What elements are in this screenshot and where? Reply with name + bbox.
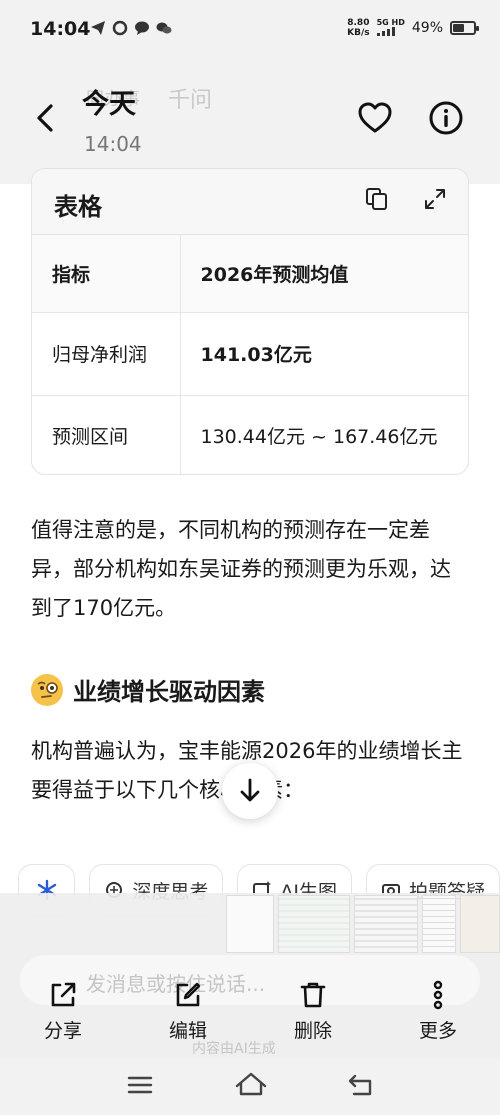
table-cell: 归母净利润 xyxy=(32,312,181,396)
table-row: 归母净利润 141.03亿元 xyxy=(32,312,468,396)
section-heading: 业绩增长驱动因素 xyxy=(31,672,265,707)
menu-nav-button[interactable] xyxy=(125,1070,155,1100)
more-icon xyxy=(433,980,443,1010)
answer-paragraph: 值得注意的是，不同机构的预测存在一定差异，部分机构如东吴证券的预测更为乐观，达到… xyxy=(31,518,451,620)
status-right: 8.80 KB/s 5G HD 49% xyxy=(347,18,479,38)
signal-indicator: 5G HD xyxy=(376,18,405,38)
table-card: 表格 指标 2026年预测均值 归母净利润 141.03亿元 预测区间 130.… xyxy=(31,168,469,475)
status-time: 14:04 xyxy=(30,18,91,40)
expand-icon xyxy=(425,189,445,209)
page-subtitle: 14:04 xyxy=(84,132,142,156)
signal-icon xyxy=(376,27,395,36)
copy-icon xyxy=(366,188,387,210)
table-header-row: 指标 2026年预测均值 xyxy=(32,235,468,313)
system-nav-bar xyxy=(0,1058,500,1115)
link-icon xyxy=(112,20,128,36)
table-cell: 预测区间 xyxy=(32,395,181,474)
wechat-icon xyxy=(156,22,172,34)
back-button[interactable] xyxy=(30,98,62,138)
app-screen: 14:04 8.80 KB/s 5G HD 49% 同办事 千问 今天 14:0… xyxy=(0,0,500,1115)
info-icon xyxy=(429,101,463,135)
back-nav-icon xyxy=(348,1074,372,1096)
section-heading-text: 业绩增长驱动因素 xyxy=(73,678,265,706)
table-header-cell: 指标 xyxy=(32,235,181,313)
copy-table-button[interactable] xyxy=(365,187,389,211)
menu-icon xyxy=(127,1076,153,1094)
edit-icon xyxy=(176,982,201,1007)
notification-icons xyxy=(90,20,172,36)
arrow-down-icon xyxy=(240,778,260,802)
screenshot-thumbnails xyxy=(226,895,500,953)
table-card-header: 表格 xyxy=(32,169,468,235)
edit-button[interactable]: 编辑 xyxy=(148,980,228,1043)
ghost-tab-2: 千问 xyxy=(168,88,213,113)
monocle-face-icon xyxy=(31,673,63,706)
chat-header: 同办事 千问 今天 14:04 xyxy=(0,60,500,184)
scroll-to-bottom-button[interactable] xyxy=(222,763,278,819)
table-cell: 141.03亿元 xyxy=(180,312,468,396)
thumbnail-image[interactable] xyxy=(422,895,456,953)
favorite-button[interactable] xyxy=(356,100,394,136)
back-nav-button[interactable] xyxy=(346,1070,376,1100)
delete-button[interactable]: 删除 xyxy=(273,980,353,1043)
trash-icon xyxy=(300,982,326,1008)
status-bar: 14:04 8.80 KB/s 5G HD 49% xyxy=(0,0,500,60)
chevron-left-icon xyxy=(37,104,53,132)
thumbnail-image[interactable] xyxy=(460,895,500,953)
table-header-cell: 2026年预测均值 xyxy=(180,235,468,313)
thumbnail-image[interactable] xyxy=(226,895,274,953)
home-icon xyxy=(235,1072,267,1096)
battery-icon xyxy=(450,21,479,35)
info-button[interactable] xyxy=(428,100,464,136)
home-nav-button[interactable] xyxy=(234,1070,268,1100)
table-card-title: 表格 xyxy=(54,193,102,221)
table-cell: 130.44亿元 ~ 167.46亿元 xyxy=(200,425,438,448)
thumbnail-image[interactable] xyxy=(278,895,350,953)
forecast-table: 指标 2026年预测均值 归母净利润 141.03亿元 预测区间 130.44亿… xyxy=(32,235,468,474)
telegram-icon xyxy=(91,21,105,35)
table-row: 预测区间 130.44亿元 ~ 167.46亿元 xyxy=(32,395,468,474)
share-button[interactable]: 分享 xyxy=(23,980,103,1043)
network-speed: 8.80 KB/s xyxy=(347,18,370,38)
heart-icon xyxy=(358,102,392,133)
expand-table-button[interactable] xyxy=(423,187,447,211)
share-icon xyxy=(51,982,76,1007)
more-button[interactable]: 更多 xyxy=(398,980,478,1043)
page-title: 今天 xyxy=(82,89,136,120)
thumbnail-image[interactable] xyxy=(354,895,418,953)
chat-icon xyxy=(135,21,149,35)
battery-percent: 49% xyxy=(411,20,443,36)
